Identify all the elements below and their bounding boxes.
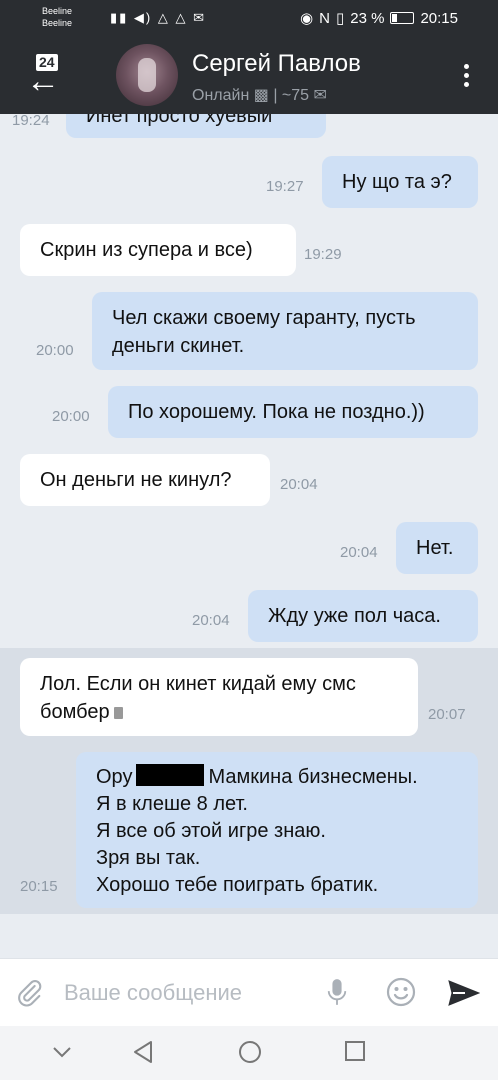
- message-text: Ну що та э?: [342, 171, 452, 193]
- message-bubble-out[interactable]: По хорошему. Пока не поздно.)): [108, 386, 478, 438]
- unread-badge: 24: [36, 54, 58, 71]
- status-bar: Beeline Beeline ▮▮ ◀) △ △ ✉ ◉ N ▯ 23 % 2…: [0, 0, 498, 38]
- emoji-icon[interactable]: [386, 977, 416, 1007]
- contact-status: Онлайн ▩ | ~75 ✉: [192, 85, 327, 105]
- recents-nav-icon[interactable]: [344, 1040, 366, 1062]
- eye-icon: ◉: [300, 10, 314, 27]
- online-status: Онлайн: [192, 87, 250, 104]
- redacted-block: [136, 764, 205, 786]
- home-nav-icon[interactable]: [238, 1040, 262, 1064]
- message-bubble-in[interactable]: Он деньги не кинул?: [20, 454, 270, 506]
- message-bubble-out[interactable]: Жду уже пол часа.: [248, 590, 478, 642]
- message-bubble-out[interactable]: Ну що та э?: [322, 156, 478, 208]
- message-text: Ору: [96, 766, 133, 788]
- message-text-line: Я в клеше 8 лет.: [96, 793, 248, 815]
- message-text: бомбер: [40, 701, 110, 723]
- message-text: По хорошему. Пока не поздно.)): [128, 401, 425, 423]
- message-input[interactable]: [64, 977, 304, 1009]
- message-bubble-out[interactable]: Нет.: [396, 522, 478, 574]
- message-text-line: Чел скажи своему гаранту, пусть: [112, 307, 416, 329]
- message-time: 20:00: [52, 408, 90, 425]
- message-time: 19:24: [12, 114, 50, 129]
- message-text: Он деньги не кинул?: [40, 469, 232, 491]
- message-text-line: Я все об этой игре знаю.: [96, 820, 326, 842]
- avatar[interactable]: [116, 44, 178, 106]
- message-text: Скрин из супера и все): [40, 239, 253, 261]
- message-text-line: Лол. Если он кинет кидай ему смс: [40, 673, 356, 695]
- message-text-line: бомбер: [40, 698, 398, 726]
- clock: 20:15: [420, 9, 458, 27]
- message-bubble-in[interactable]: Лол. Если он кинет кидай ему смс бомбер: [20, 658, 418, 736]
- message-text: Нет.: [416, 537, 454, 559]
- message-text-line: Ору Мамкина бизнесмены.: [96, 764, 458, 791]
- notification-icons: ▮▮ ◀) △ △ ✉: [110, 10, 206, 25]
- message-composer: [0, 958, 498, 1026]
- paperclip-icon[interactable]: [16, 979, 44, 1007]
- message-bubble-in[interactable]: Скрин из супера и все): [20, 224, 296, 276]
- status-right: ◉ N ▯ 23 % 20:15: [300, 9, 458, 28]
- back-nav-icon[interactable]: [132, 1040, 154, 1064]
- message-time: 20:07: [428, 706, 466, 723]
- message-list[interactable]: 19:24 Инет просто хуевый 19:27 Ну що та …: [0, 114, 498, 958]
- back-button[interactable]: ← 24: [22, 52, 72, 102]
- message-bubble-out[interactable]: Чел скажи своему гаранту, пусть деньги с…: [92, 292, 478, 370]
- carrier-1: Beeline: [42, 6, 73, 16]
- send-icon[interactable]: [448, 979, 480, 1007]
- mail-icon: ✉: [313, 87, 327, 104]
- message-time: 19:27: [266, 178, 304, 195]
- carrier-names: Beeline Beeline: [42, 5, 72, 29]
- android-icon: ▩: [253, 87, 269, 104]
- message-time: 20:04: [192, 612, 230, 629]
- message-time: 19:29: [304, 246, 342, 263]
- contact-name[interactable]: Сергей Павлов: [192, 50, 361, 78]
- more-menu-icon[interactable]: [464, 64, 470, 90]
- carrier-2: Beeline: [42, 18, 73, 28]
- message-text: Жду уже пол часа.: [268, 605, 441, 627]
- message-time: 20:04: [280, 476, 318, 493]
- chat-header: ← 24 Сергей Павлов Онлайн ▩ | ~75 ✉: [0, 38, 498, 114]
- message-text-line: Хорошо тебе поиграть братик.: [96, 874, 379, 896]
- message-time: 20:15: [20, 878, 58, 895]
- message-bubble-out[interactable]: Ору Мамкина бизнесмены. Я в клеше 8 лет. …: [76, 752, 478, 908]
- system-navigation-bar: [0, 1026, 498, 1080]
- trash-emoji-icon: [113, 707, 123, 719]
- message-time: 20:04: [340, 544, 378, 561]
- message-bubble-out[interactable]: Инет просто хуевый: [66, 114, 326, 138]
- message-text: Инет просто хуевый: [86, 114, 273, 127]
- message-text-line: Зря вы так.: [96, 847, 201, 869]
- nfc-icon: N: [319, 9, 330, 27]
- message-text: Мамкина бизнесмены.: [208, 766, 418, 788]
- extra-status: | ~75: [273, 87, 310, 104]
- message-time: 20:00: [36, 342, 74, 359]
- hide-keyboard-icon[interactable]: [52, 1046, 72, 1058]
- battery-icon: [390, 12, 415, 24]
- battery-percent: 23 %: [350, 9, 385, 27]
- microphone-icon[interactable]: [326, 977, 348, 1007]
- vibrate-icon: ▯: [335, 10, 345, 27]
- message-text-line: деньги скинет.: [112, 335, 245, 357]
